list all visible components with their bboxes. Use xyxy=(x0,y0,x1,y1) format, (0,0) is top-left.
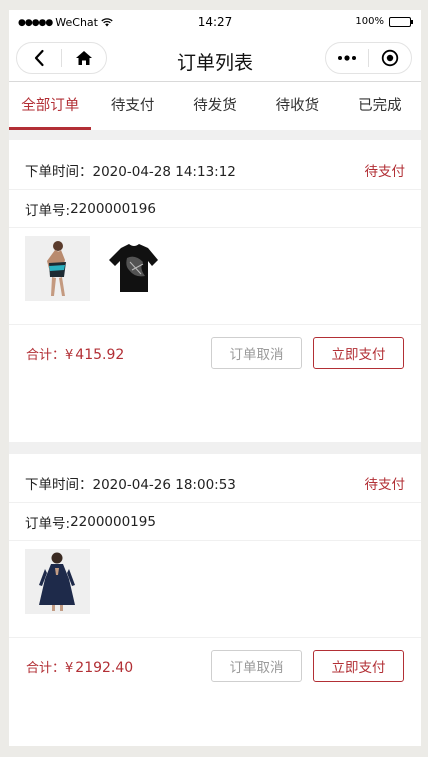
order-number-row: 订单号: 2200000195 xyxy=(9,503,421,541)
phone-screen: ●●●●● WeChat 14:27 100% 订单列表 全部订单 待支付 待发… xyxy=(9,10,421,746)
order-number: 2200000196 xyxy=(70,200,156,217)
cancel-order-button[interactable]: 订单取消 xyxy=(211,337,302,369)
order-card[interactable]: 下单时间：2020-04-28 14:13:12 待支付 订单号: 2200000… xyxy=(9,151,421,381)
order-status: 待支付 xyxy=(364,164,406,180)
cancel-order-button[interactable]: 订单取消 xyxy=(211,650,302,682)
target-circle-icon xyxy=(381,49,399,67)
order-actions: 订单取消 立即支付 xyxy=(211,337,404,369)
divider xyxy=(9,442,421,454)
tab-pending-shipment[interactable]: 待发货 xyxy=(174,82,256,130)
order-card[interactable]: 下单时间：2020-04-26 18:00:53 待支付 订单号: 2200000… xyxy=(9,464,421,694)
battery-icon xyxy=(389,16,413,27)
order-number: 2200000195 xyxy=(70,513,156,530)
product-thumbnail-navy-dress[interactable] xyxy=(25,549,90,614)
order-actions: 订单取消 立即支付 xyxy=(211,650,404,682)
divider xyxy=(9,130,421,140)
tab-completed[interactable]: 已完成 xyxy=(339,82,421,130)
pay-now-button[interactable]: 立即支付 xyxy=(313,650,404,682)
order-status: 待支付 xyxy=(364,477,406,493)
order-number-row: 订单号: 2200000196 xyxy=(9,190,421,228)
order-total: 合计：¥ 2192.40 xyxy=(26,659,134,676)
close-miniprogram-button[interactable] xyxy=(369,43,411,73)
nav-capsule-right xyxy=(325,42,412,74)
order-total-row: 合计：¥ 2192.40 订单取消 立即支付 xyxy=(9,638,421,694)
navigation-bar: 订单列表 xyxy=(9,36,421,82)
more-dots-icon xyxy=(338,55,356,61)
battery-group: 100% xyxy=(355,16,413,27)
order-total-row: 合计：¥ 415.92 订单取消 立即支付 xyxy=(9,325,421,381)
order-time: 下单时间：2020-04-26 18:00:53 xyxy=(25,477,236,493)
order-tabs: 全部订单 待支付 待发货 待收货 已完成 xyxy=(9,82,421,130)
product-thumbnail-tshirt[interactable] xyxy=(101,236,166,301)
order-number-label: 订单号: xyxy=(25,515,71,532)
order-products[interactable] xyxy=(9,541,421,638)
order-number-label: 订单号: xyxy=(25,202,71,219)
tab-pending-payment[interactable]: 待支付 xyxy=(91,82,173,130)
battery-percent: 100% xyxy=(355,16,384,27)
order-time-row: 下单时间：2020-04-26 18:00:53 待支付 xyxy=(9,464,421,503)
order-products[interactable] xyxy=(9,228,421,325)
order-total: 合计：¥ 415.92 xyxy=(26,346,125,363)
order-time: 下单时间：2020-04-28 14:13:12 xyxy=(25,164,236,180)
pay-now-button[interactable]: 立即支付 xyxy=(313,337,404,369)
status-bar: ●●●●● WeChat 14:27 100% xyxy=(9,10,421,36)
product-thumbnail-dress[interactable] xyxy=(25,236,90,301)
order-time-row: 下单时间：2020-04-28 14:13:12 待支付 xyxy=(9,151,421,190)
more-button[interactable] xyxy=(326,43,368,73)
tab-all-orders[interactable]: 全部订单 xyxy=(9,82,92,130)
tab-pending-receipt[interactable]: 待收货 xyxy=(256,82,338,130)
